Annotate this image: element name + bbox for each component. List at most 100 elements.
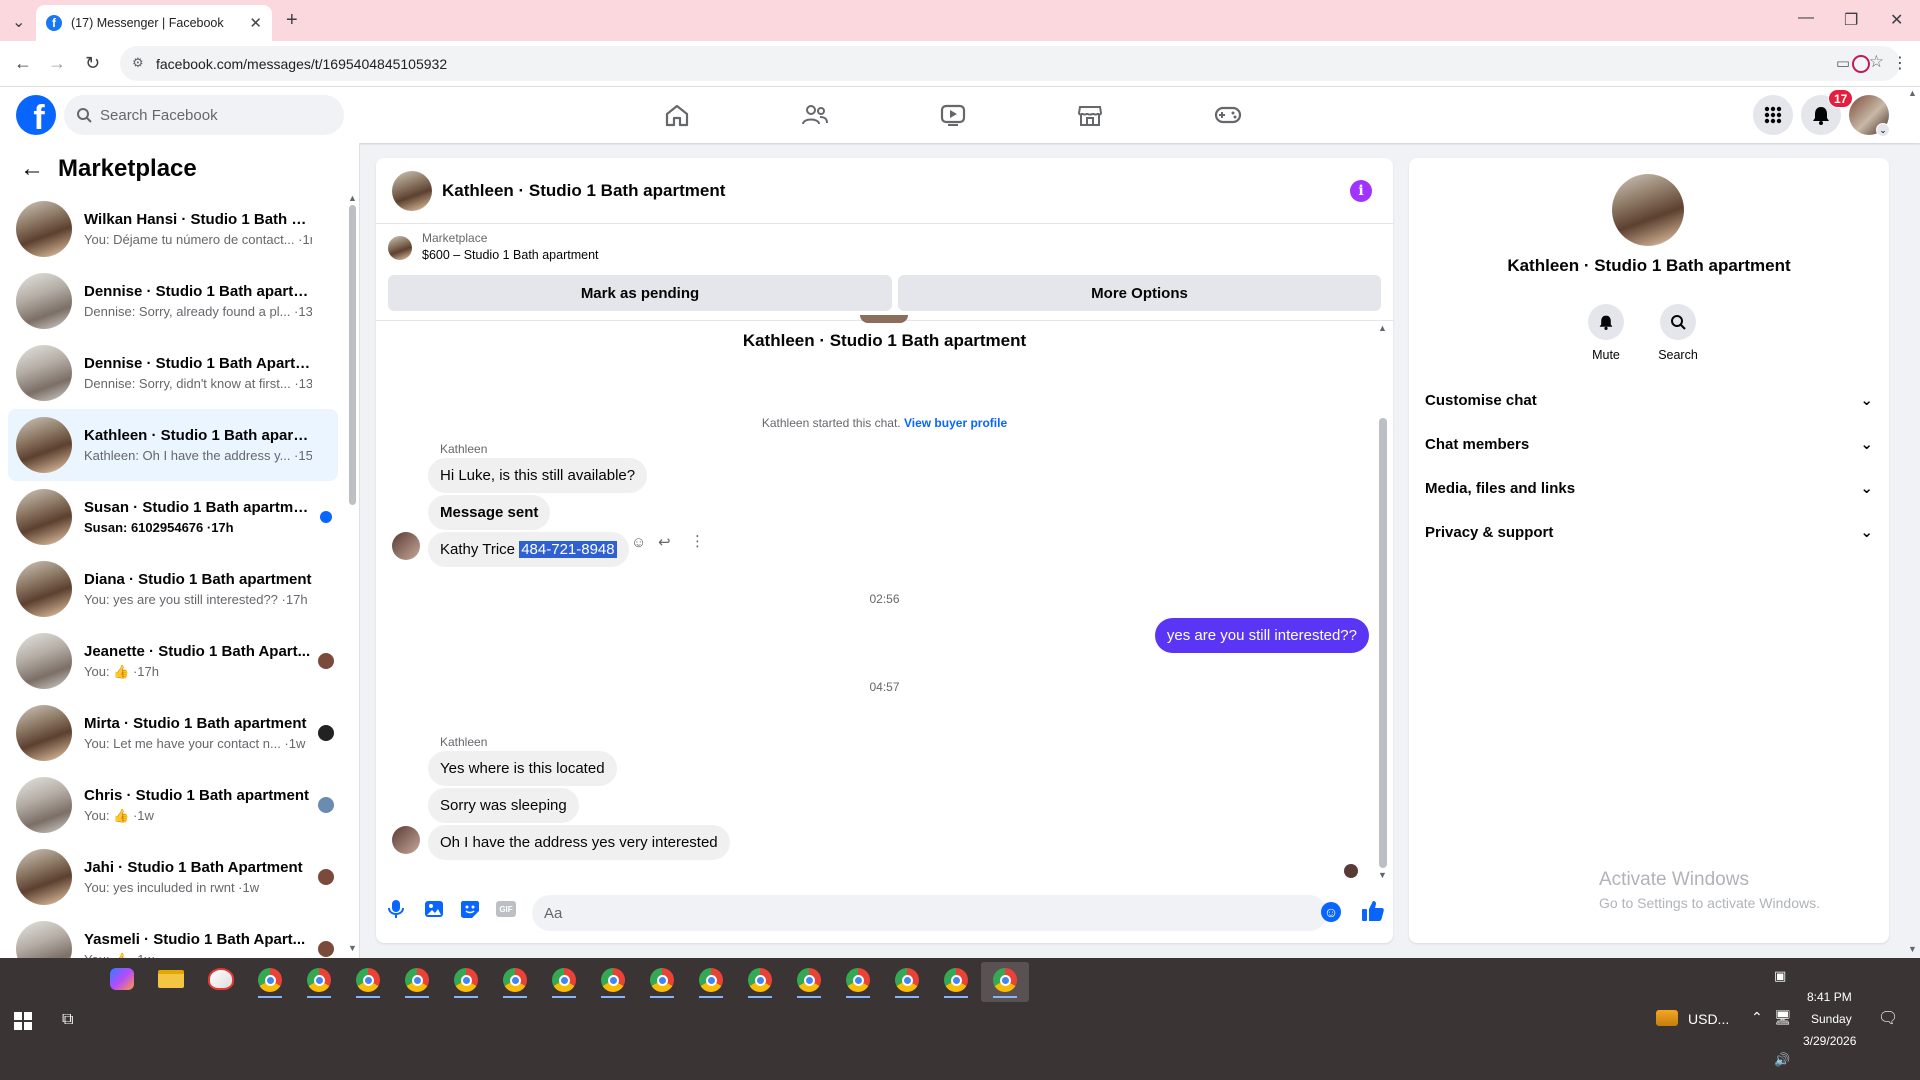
taskbar-chrome-window[interactable]	[299, 962, 339, 998]
incoming-message[interactable]: Message sent	[428, 495, 551, 530]
clock-date[interactable]: 3/29/2026	[1803, 1034, 1856, 1048]
taskbar-chrome-window[interactable]	[348, 962, 388, 998]
more-actions-icon[interactable]: ⋮	[690, 532, 705, 550]
start-windows-icon[interactable]	[14, 1012, 32, 1030]
scroll-up-arrow-icon[interactable]: ▲	[1378, 323, 1387, 333]
marketplace-listing-row[interactable]: Marketplace $600 – Studio 1 Bath apartme…	[388, 230, 599, 264]
sender-avatar[interactable]	[392, 532, 420, 560]
taskbar-chrome-window[interactable]	[936, 962, 976, 998]
new-tab-icon[interactable]: +	[286, 9, 298, 32]
window-restore-icon[interactable]: ❐	[1844, 10, 1858, 30]
reply-icon[interactable]: ↩	[658, 533, 671, 551]
taskbar-chrome-window[interactable]	[446, 962, 486, 998]
address-bar[interactable]: ⚙ facebook.com/messages/t/16954048451059…	[120, 46, 1900, 81]
copilot-icon[interactable]	[110, 968, 134, 990]
paint-icon[interactable]	[208, 968, 234, 990]
taskbar-chrome-window[interactable]	[397, 962, 437, 998]
browser-menu-icon[interactable]: ⋮	[1892, 53, 1908, 73]
chat-list-item[interactable]: Dennise · Studio 1 Bath apartment Dennise…	[8, 265, 338, 337]
react-emoji-icon[interactable]: ☺	[631, 534, 646, 551]
incoming-message[interactable]: Oh I have the address yes very intereste…	[428, 825, 730, 860]
search-in-chat-button[interactable]: Search	[1648, 304, 1708, 362]
listing-thumbnail[interactable]	[392, 170, 432, 211]
page-scroll-up-icon[interactable]: ▲	[1908, 88, 1917, 98]
customise-chat-section[interactable]: Customise chat ⌄	[1425, 378, 1873, 422]
taskbar-chrome-window[interactable]	[544, 962, 584, 998]
nav-marketplace[interactable]	[1034, 95, 1146, 135]
info-icon[interactable]: i	[1350, 180, 1372, 202]
chat-list-item[interactable]: Mirta · Studio 1 Bath apartment You: Let …	[8, 697, 338, 769]
facebook-logo-icon[interactable]: f	[16, 95, 56, 135]
forward-arrow-icon[interactable]: →	[48, 53, 66, 74]
view-buyer-profile-link[interactable]: View buyer profile	[904, 416, 1007, 430]
tab-list-chevron-icon[interactable]: ⌄	[12, 12, 25, 32]
mute-button[interactable]: Mute	[1576, 304, 1636, 362]
emoji-icon[interactable]: ☺	[1321, 902, 1341, 922]
incoming-message[interactable]: Yes where is this located	[428, 751, 617, 786]
incoming-message[interactable]: Sorry was sleeping	[428, 788, 579, 823]
reload-icon[interactable]: ↻	[85, 53, 100, 74]
search-facebook-input[interactable]: Search Facebook	[64, 95, 344, 135]
chat-list-item[interactable]: Susan · Studio 1 Bath apartment Susan: 61…	[8, 481, 338, 553]
chat-list-item[interactable]: Jeanette · Studio 1 Bath Apart... You: 👍 …	[8, 625, 338, 697]
volume-icon[interactable]: 🔊	[1774, 1052, 1790, 1068]
incoming-message[interactable]: Kathy Trice 484-721-8948	[428, 532, 629, 567]
currency-widget-label[interactable]: USD...	[1688, 1011, 1729, 1027]
nav-home[interactable]	[621, 95, 733, 135]
taskbar-chrome-window[interactable]	[838, 962, 878, 998]
sender-avatar[interactable]	[392, 826, 420, 854]
profile-icon[interactable]	[1852, 55, 1870, 73]
microphone-icon[interactable]	[388, 899, 404, 919]
taskbar-chrome-window[interactable]	[691, 962, 731, 998]
conversation-scrollbar[interactable]	[1379, 418, 1387, 868]
conversation-title[interactable]: Kathleen · Studio 1 Bath apartment	[442, 181, 725, 201]
taskbar-chrome-window[interactable]	[985, 962, 1025, 998]
scroll-up-arrow-icon[interactable]: ▲	[348, 193, 357, 203]
network-icon[interactable]: 🖥	[1774, 1009, 1792, 1026]
sticker-icon[interactable]	[460, 899, 480, 919]
back-arrow-icon[interactable]: ←	[14, 53, 32, 74]
nav-friends[interactable]	[759, 95, 871, 135]
window-close-icon[interactable]: ✕	[1890, 10, 1903, 30]
tray-app-icon[interactable]: ▣	[1774, 968, 1786, 984]
bookmark-star-icon[interactable]: ☆	[1869, 52, 1884, 72]
file-explorer-icon[interactable]	[158, 970, 184, 988]
message-input[interactable]: Aa	[532, 895, 1327, 931]
incoming-message[interactable]: Hi Luke, is this still available?	[428, 458, 648, 493]
clock-day[interactable]: Sunday	[1811, 1012, 1852, 1026]
privacy-support-section[interactable]: Privacy & support ⌄	[1425, 510, 1873, 554]
tab-close-icon[interactable]: ✕	[249, 14, 262, 32]
taskbar-chrome-window[interactable]	[593, 962, 633, 998]
account-chevron-icon[interactable]: ⌄	[1876, 123, 1890, 137]
taskbar-chrome-window[interactable]	[789, 962, 829, 998]
nav-video[interactable]	[897, 95, 1009, 135]
chat-list-item[interactable]: Kathleen · Studio 1 Bath apartm... Kathle…	[8, 409, 338, 481]
chat-list-item[interactable]: Diana · Studio 1 Bath apartment You: yes …	[8, 553, 338, 625]
listing-avatar[interactable]	[1612, 174, 1684, 246]
chat-list-item[interactable]: Jahi · Studio 1 Bath Apartment You: yes i…	[8, 841, 338, 913]
site-info-icon[interactable]: ⚙	[132, 55, 144, 71]
menu-button[interactable]	[1753, 95, 1793, 135]
gif-icon[interactable]: GIF	[496, 901, 516, 917]
page-scroll-down-icon[interactable]: ▼	[1908, 944, 1917, 954]
taskbar-chrome-window[interactable]	[887, 962, 927, 998]
taskbar-chrome-window[interactable]	[740, 962, 780, 998]
browser-tab-active[interactable]: f (17) Messenger | Facebook ✕	[36, 5, 272, 41]
taskbar-chrome-window[interactable]	[250, 962, 290, 998]
clock-time[interactable]: 8:41 PM	[1807, 990, 1852, 1004]
chat-list-item[interactable]: Dennise · Studio 1 Bath Apartme... Dennis…	[8, 337, 338, 409]
nav-gaming[interactable]	[1172, 95, 1284, 135]
install-app-icon[interactable]: ▭	[1836, 54, 1850, 72]
media-files-links-section[interactable]: Media, files and links ⌄	[1425, 466, 1873, 510]
chat-list-item[interactable]: Chris · Studio 1 Bath apartment You: 👍 ·1…	[8, 769, 338, 841]
chat-list-item[interactable]: Wilkan Hansi · Studio 1 Bath apa... You: …	[8, 193, 338, 265]
like-thumbs-up-icon[interactable]	[1361, 899, 1385, 923]
more-options-button[interactable]: More Options	[898, 275, 1381, 311]
scroll-down-arrow-icon[interactable]: ▼	[1378, 870, 1387, 880]
chat-members-section[interactable]: Chat members ⌄	[1425, 422, 1873, 466]
task-view-icon[interactable]: ⧉	[62, 1011, 73, 1029]
outgoing-message[interactable]: yes are you still interested??	[1154, 618, 1369, 653]
scroll-down-arrow-icon[interactable]: ▼	[348, 943, 357, 953]
photo-icon[interactable]	[424, 899, 444, 919]
show-hidden-icons[interactable]: ⌃	[1751, 1009, 1763, 1026]
